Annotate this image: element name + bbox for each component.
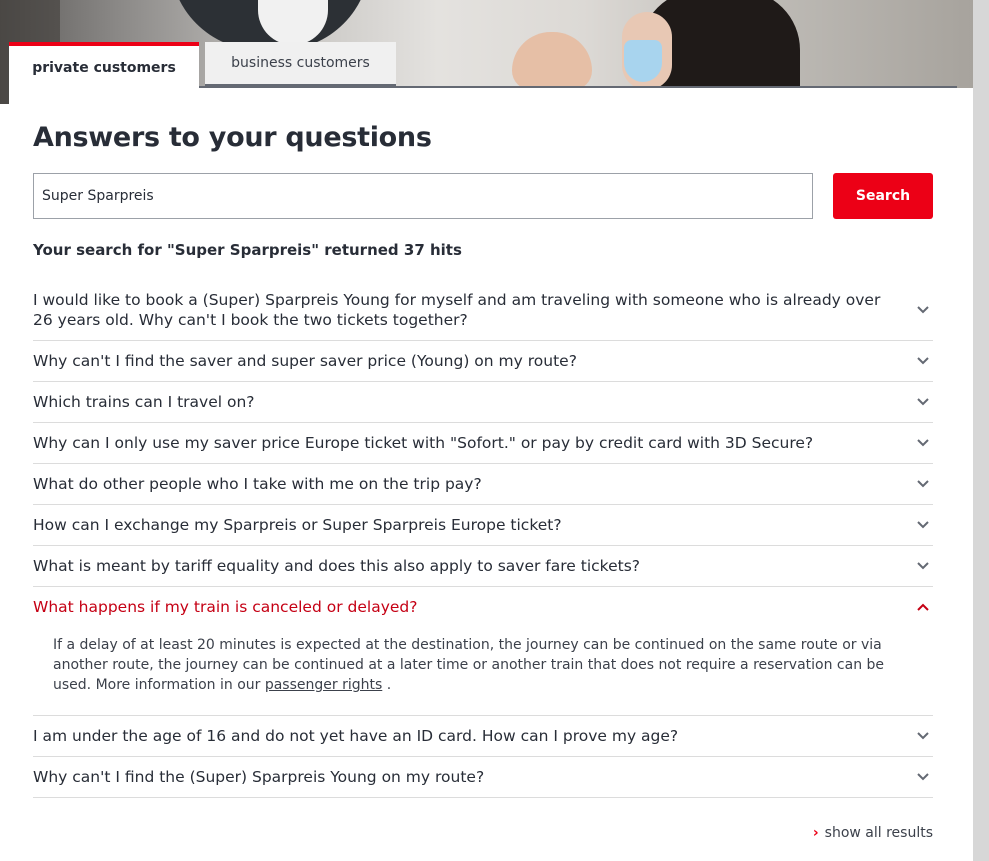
faq-item: What happens if my train is canceled or …	[33, 587, 933, 716]
chevron-down-icon	[917, 398, 933, 406]
faq-question-text: Why can't I find the saver and super sav…	[33, 352, 577, 370]
faq-question-toggle[interactable]: How can I exchange my Sparpreis or Super…	[33, 505, 933, 545]
tab-business-customers[interactable]: business customers	[205, 42, 396, 86]
chevron-down-icon	[917, 562, 933, 570]
faq-question-toggle[interactable]: I would like to book a (Super) Sparpreis…	[33, 280, 933, 340]
faq-question-text: How can I exchange my Sparpreis or Super…	[33, 516, 562, 534]
chevron-down-icon	[917, 306, 933, 314]
faq-item: What is meant by tariff equality and doe…	[33, 546, 933, 587]
faq-item: I am under the age of 16 and do not yet …	[33, 716, 933, 757]
faq-question-text: I would like to book a (Super) Sparpreis…	[33, 291, 881, 329]
chevron-up-icon	[917, 603, 933, 611]
faq-question-toggle[interactable]: Why can I only use my saver price Europe…	[33, 423, 933, 463]
chevron-down-icon	[917, 521, 933, 529]
faq-item: Why can't I find the saver and super sav…	[33, 341, 933, 382]
faq-question-text: What is meant by tariff equality and doe…	[33, 557, 641, 575]
faq-question-text: Why can't I find the (Super) Sparpreis Y…	[33, 768, 485, 786]
faq-item: Which trains can I travel on?	[33, 382, 933, 423]
faq-list: I would like to book a (Super) Sparpreis…	[33, 280, 933, 798]
faq-question-text: What do other people who I take with me …	[33, 475, 482, 493]
faq-question-toggle[interactable]: What do other people who I take with me …	[33, 464, 933, 504]
faq-answer-end: .	[386, 677, 392, 693]
chevron-down-icon	[917, 480, 933, 488]
faq-question-toggle[interactable]: What is meant by tariff equality and doe…	[33, 546, 933, 586]
show-all-results-link[interactable]: › show all results	[813, 825, 933, 841]
search-result-summary: Your search for "Super Sparpreis" return…	[33, 241, 462, 259]
faq-item: I would like to book a (Super) Sparpreis…	[33, 280, 933, 341]
tab-business-label: business customers	[231, 55, 370, 71]
chevron-down-icon	[917, 773, 933, 781]
faq-question-text: What happens if my train is canceled or …	[33, 598, 418, 616]
page-title: Answers to your questions	[33, 122, 432, 153]
faq-question-toggle[interactable]: Which trains can I travel on?	[33, 382, 933, 422]
faq-answer-text: If a delay of at least 20 minutes is exp…	[53, 637, 885, 693]
chevron-right-icon: ›	[812, 825, 819, 841]
faq-question-toggle[interactable]: Why can't I find the (Super) Sparpreis Y…	[33, 757, 933, 797]
faq-question-text: I am under the age of 16 and do not yet …	[33, 727, 679, 745]
show-all-results-label: show all results	[824, 825, 933, 841]
chevron-down-icon	[917, 439, 933, 447]
faq-item: Why can't I find the (Super) Sparpreis Y…	[33, 757, 933, 798]
faq-item: How can I exchange my Sparpreis or Super…	[33, 505, 933, 546]
tab-private-customers[interactable]: private customers	[9, 42, 199, 100]
faq-question-toggle[interactable]: I am under the age of 16 and do not yet …	[33, 716, 933, 756]
faq-item: What do other people who I take with me …	[33, 464, 933, 505]
scrollbar-thumb[interactable]	[973, 0, 989, 861]
search-input[interactable]	[33, 173, 813, 219]
faq-question-toggle[interactable]: Why can't I find the saver and super sav…	[33, 341, 933, 381]
faq-item: Why can I only use my saver price Europe…	[33, 423, 933, 464]
faq-answer: If a delay of at least 20 minutes is exp…	[33, 627, 933, 715]
chevron-down-icon	[917, 732, 933, 740]
faq-question-text: Why can I only use my saver price Europe…	[33, 434, 814, 452]
passenger-rights-link[interactable]: passenger rights	[265, 677, 382, 693]
search-button[interactable]: Search	[833, 173, 933, 219]
faq-question-text: Which trains can I travel on?	[33, 393, 255, 411]
tab-private-label: private customers	[32, 60, 176, 76]
faq-question-toggle[interactable]: What happens if my train is canceled or …	[33, 587, 933, 627]
chevron-down-icon	[917, 357, 933, 365]
